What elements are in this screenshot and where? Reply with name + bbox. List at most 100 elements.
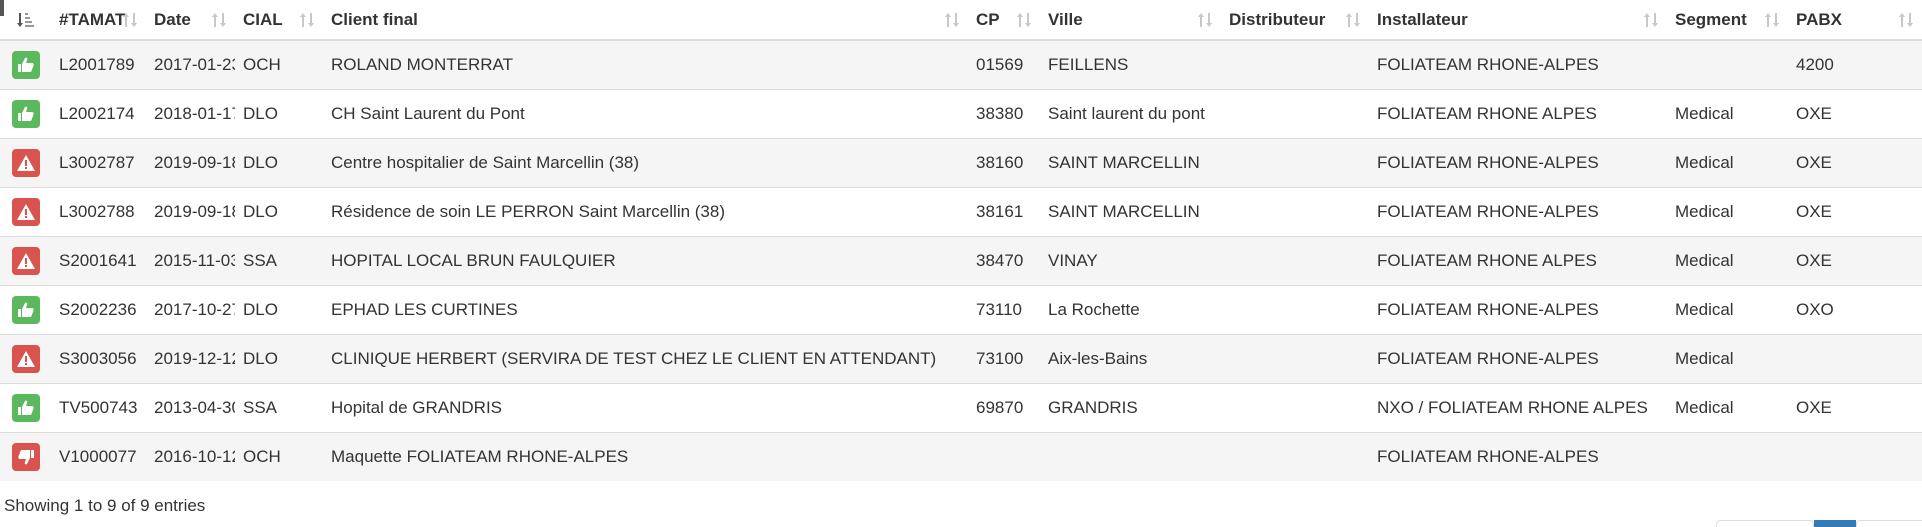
cell-installateur: FOLIATEAM RHONE-ALPES	[1369, 187, 1667, 237]
cell-tamat: S3003056	[51, 334, 146, 384]
cell-installateur: FOLIATEAM RHONE ALPES	[1369, 89, 1667, 139]
column-header-date[interactable]: Date	[146, 0, 235, 41]
cell-cial: DLO	[235, 138, 323, 188]
cell-pabx: OXE	[1788, 383, 1922, 433]
table-row[interactable]: S3003056 2019-12-12 DLO CLINIQUE HERBERT (S…	[0, 334, 1922, 384]
cell-cp: 38380	[968, 89, 1040, 139]
cell-client: EPHAD LES CURTINES	[323, 285, 968, 335]
cell-pabx: OXO	[1788, 285, 1922, 335]
column-header-installateur[interactable]: Installateur	[1369, 0, 1667, 41]
column-header-distributeur[interactable]: Distributeur	[1221, 0, 1369, 41]
cell-ville: VINAY	[1040, 236, 1221, 286]
pagination-previous[interactable]	[1716, 520, 1814, 527]
status-cell	[0, 383, 51, 433]
cell-installateur: FOLIATEAM RHONE-ALPES	[1369, 334, 1667, 384]
sort-icon[interactable]	[122, 11, 138, 29]
cell-cial: OCH	[235, 432, 323, 481]
cell-ville: La Rochette	[1040, 285, 1221, 335]
cell-segment: Medical	[1667, 334, 1788, 384]
thumbs-up-icon	[12, 51, 40, 79]
sort-icon[interactable]	[1764, 11, 1780, 29]
table-row[interactable]: S2001641 2015-11-03 SSA HOPITAL LOCAL BRUN …	[0, 236, 1922, 286]
cell-cp: 69870	[968, 383, 1040, 433]
pagination	[1716, 520, 1922, 527]
cell-tamat: S2001641	[51, 236, 146, 286]
table-row[interactable]: TV500743 2013-04-30 SSA Hopital de GRANDRIS…	[0, 383, 1922, 433]
cell-cp: 73100	[968, 334, 1040, 384]
cell-client: Maquette FOLIATEAM RHONE-ALPES	[323, 432, 968, 481]
cell-distributeur	[1221, 383, 1369, 433]
sort-icon[interactable]	[211, 11, 227, 29]
column-header-label: Installateur	[1377, 9, 1468, 29]
table-row[interactable]: L3002787 2019-09-18 DLO Centre hospitalier …	[0, 138, 1922, 188]
sort-icon[interactable]	[1643, 11, 1659, 29]
column-header-label: Date	[154, 9, 191, 29]
cell-client: CH Saint Laurent du Pont	[323, 89, 968, 139]
cell-pabx: OXE	[1788, 89, 1922, 139]
sort-icon[interactable]	[1345, 11, 1361, 29]
column-header-tamat[interactable]: #TAMAT	[51, 0, 146, 41]
cell-cp: 73110	[968, 285, 1040, 335]
cell-cp: 38470	[968, 236, 1040, 286]
cell-date: 2019-09-18	[146, 187, 235, 237]
column-header-label: Segment	[1675, 9, 1747, 29]
column-header-cial[interactable]: CIAL	[235, 0, 323, 41]
cell-distributeur	[1221, 285, 1369, 335]
warning-icon	[12, 149, 40, 177]
cell-segment: Medical	[1667, 383, 1788, 433]
table-row[interactable]: V1000077 2016-10-12 OCH Maquette FOLIATEAM …	[0, 432, 1922, 481]
cell-cial: DLO	[235, 334, 323, 384]
warning-icon	[12, 198, 40, 226]
column-header-segment[interactable]: Segment	[1667, 0, 1788, 41]
cell-client: CLINIQUE HERBERT (SERVIRA DE TEST CHEZ L…	[323, 334, 968, 384]
column-header-client[interactable]: Client final	[323, 0, 968, 41]
cell-pabx: 4200	[1788, 39, 1922, 90]
table-row[interactable]: L3002788 2019-09-18 DLO Résidence de soin L…	[0, 187, 1922, 237]
cell-date: 2018-01-17	[146, 89, 235, 139]
cell-pabx: OXE	[1788, 236, 1922, 286]
thumbs-up-icon	[12, 296, 40, 324]
cell-ville: FEILLENS	[1040, 39, 1221, 90]
thumbs-up-icon	[12, 100, 40, 128]
cell-ville	[1040, 432, 1221, 481]
table-row[interactable]: S2002236 2017-10-27 DLO EPHAD LES CURTINES 7…	[0, 285, 1922, 335]
table-row[interactable]: L2002174 2018-01-17 DLO CH Saint Laurent du…	[0, 89, 1922, 139]
column-header-label: #TAMAT	[59, 9, 126, 29]
sort-icon[interactable]	[299, 11, 315, 29]
cell-distributeur	[1221, 187, 1369, 237]
cell-segment: Medical	[1667, 138, 1788, 188]
table-body: L2001789 2017-01-23 OCH ROLAND MONTERRAT 015…	[0, 39, 1922, 481]
cell-tamat: TV500743	[51, 383, 146, 433]
cell-ville: SAINT MARCELLIN	[1040, 187, 1221, 237]
pagination-page-current[interactable]	[1814, 520, 1856, 527]
cell-tamat: L3002788	[51, 187, 146, 237]
cell-cp: 38161	[968, 187, 1040, 237]
cell-client: HOPITAL LOCAL BRUN FAULQUIER	[323, 236, 968, 286]
cell-tamat: L2001789	[51, 39, 146, 90]
column-header-pabx[interactable]: PABX	[1788, 0, 1922, 41]
sort-icon[interactable]	[944, 11, 960, 29]
cell-installateur: FOLIATEAM RHONE-ALPES	[1369, 285, 1667, 335]
sort-icon[interactable]	[1016, 11, 1032, 29]
cell-ville: GRANDRIS	[1040, 383, 1221, 433]
column-header-cp[interactable]: CP	[968, 0, 1040, 41]
cell-segment: Medical	[1667, 89, 1788, 139]
status-cell	[0, 39, 51, 90]
table-header-row: #TAMAT Date CIAL Client final CP Ville Distrib…	[0, 0, 1922, 41]
thumbs-down-icon	[12, 443, 40, 471]
warning-icon	[12, 247, 40, 275]
cell-date: 2016-10-12	[146, 432, 235, 481]
cell-date: 2019-12-12	[146, 334, 235, 384]
column-header-status[interactable]	[0, 0, 51, 41]
sort-icon[interactable]	[1898, 11, 1914, 29]
cell-tamat: S2002236	[51, 285, 146, 335]
column-header-label: Client final	[331, 9, 418, 29]
column-header-ville[interactable]: Ville	[1040, 0, 1221, 41]
cell-tamat: V1000077	[51, 432, 146, 481]
cell-cial: DLO	[235, 187, 323, 237]
pagination-next[interactable]	[1856, 520, 1922, 527]
sort-amount-icon[interactable]	[16, 11, 34, 29]
cell-date: 2013-04-30	[146, 383, 235, 433]
sort-icon[interactable]	[1197, 11, 1213, 29]
table-row[interactable]: L2001789 2017-01-23 OCH ROLAND MONTERRAT 015…	[0, 39, 1922, 90]
